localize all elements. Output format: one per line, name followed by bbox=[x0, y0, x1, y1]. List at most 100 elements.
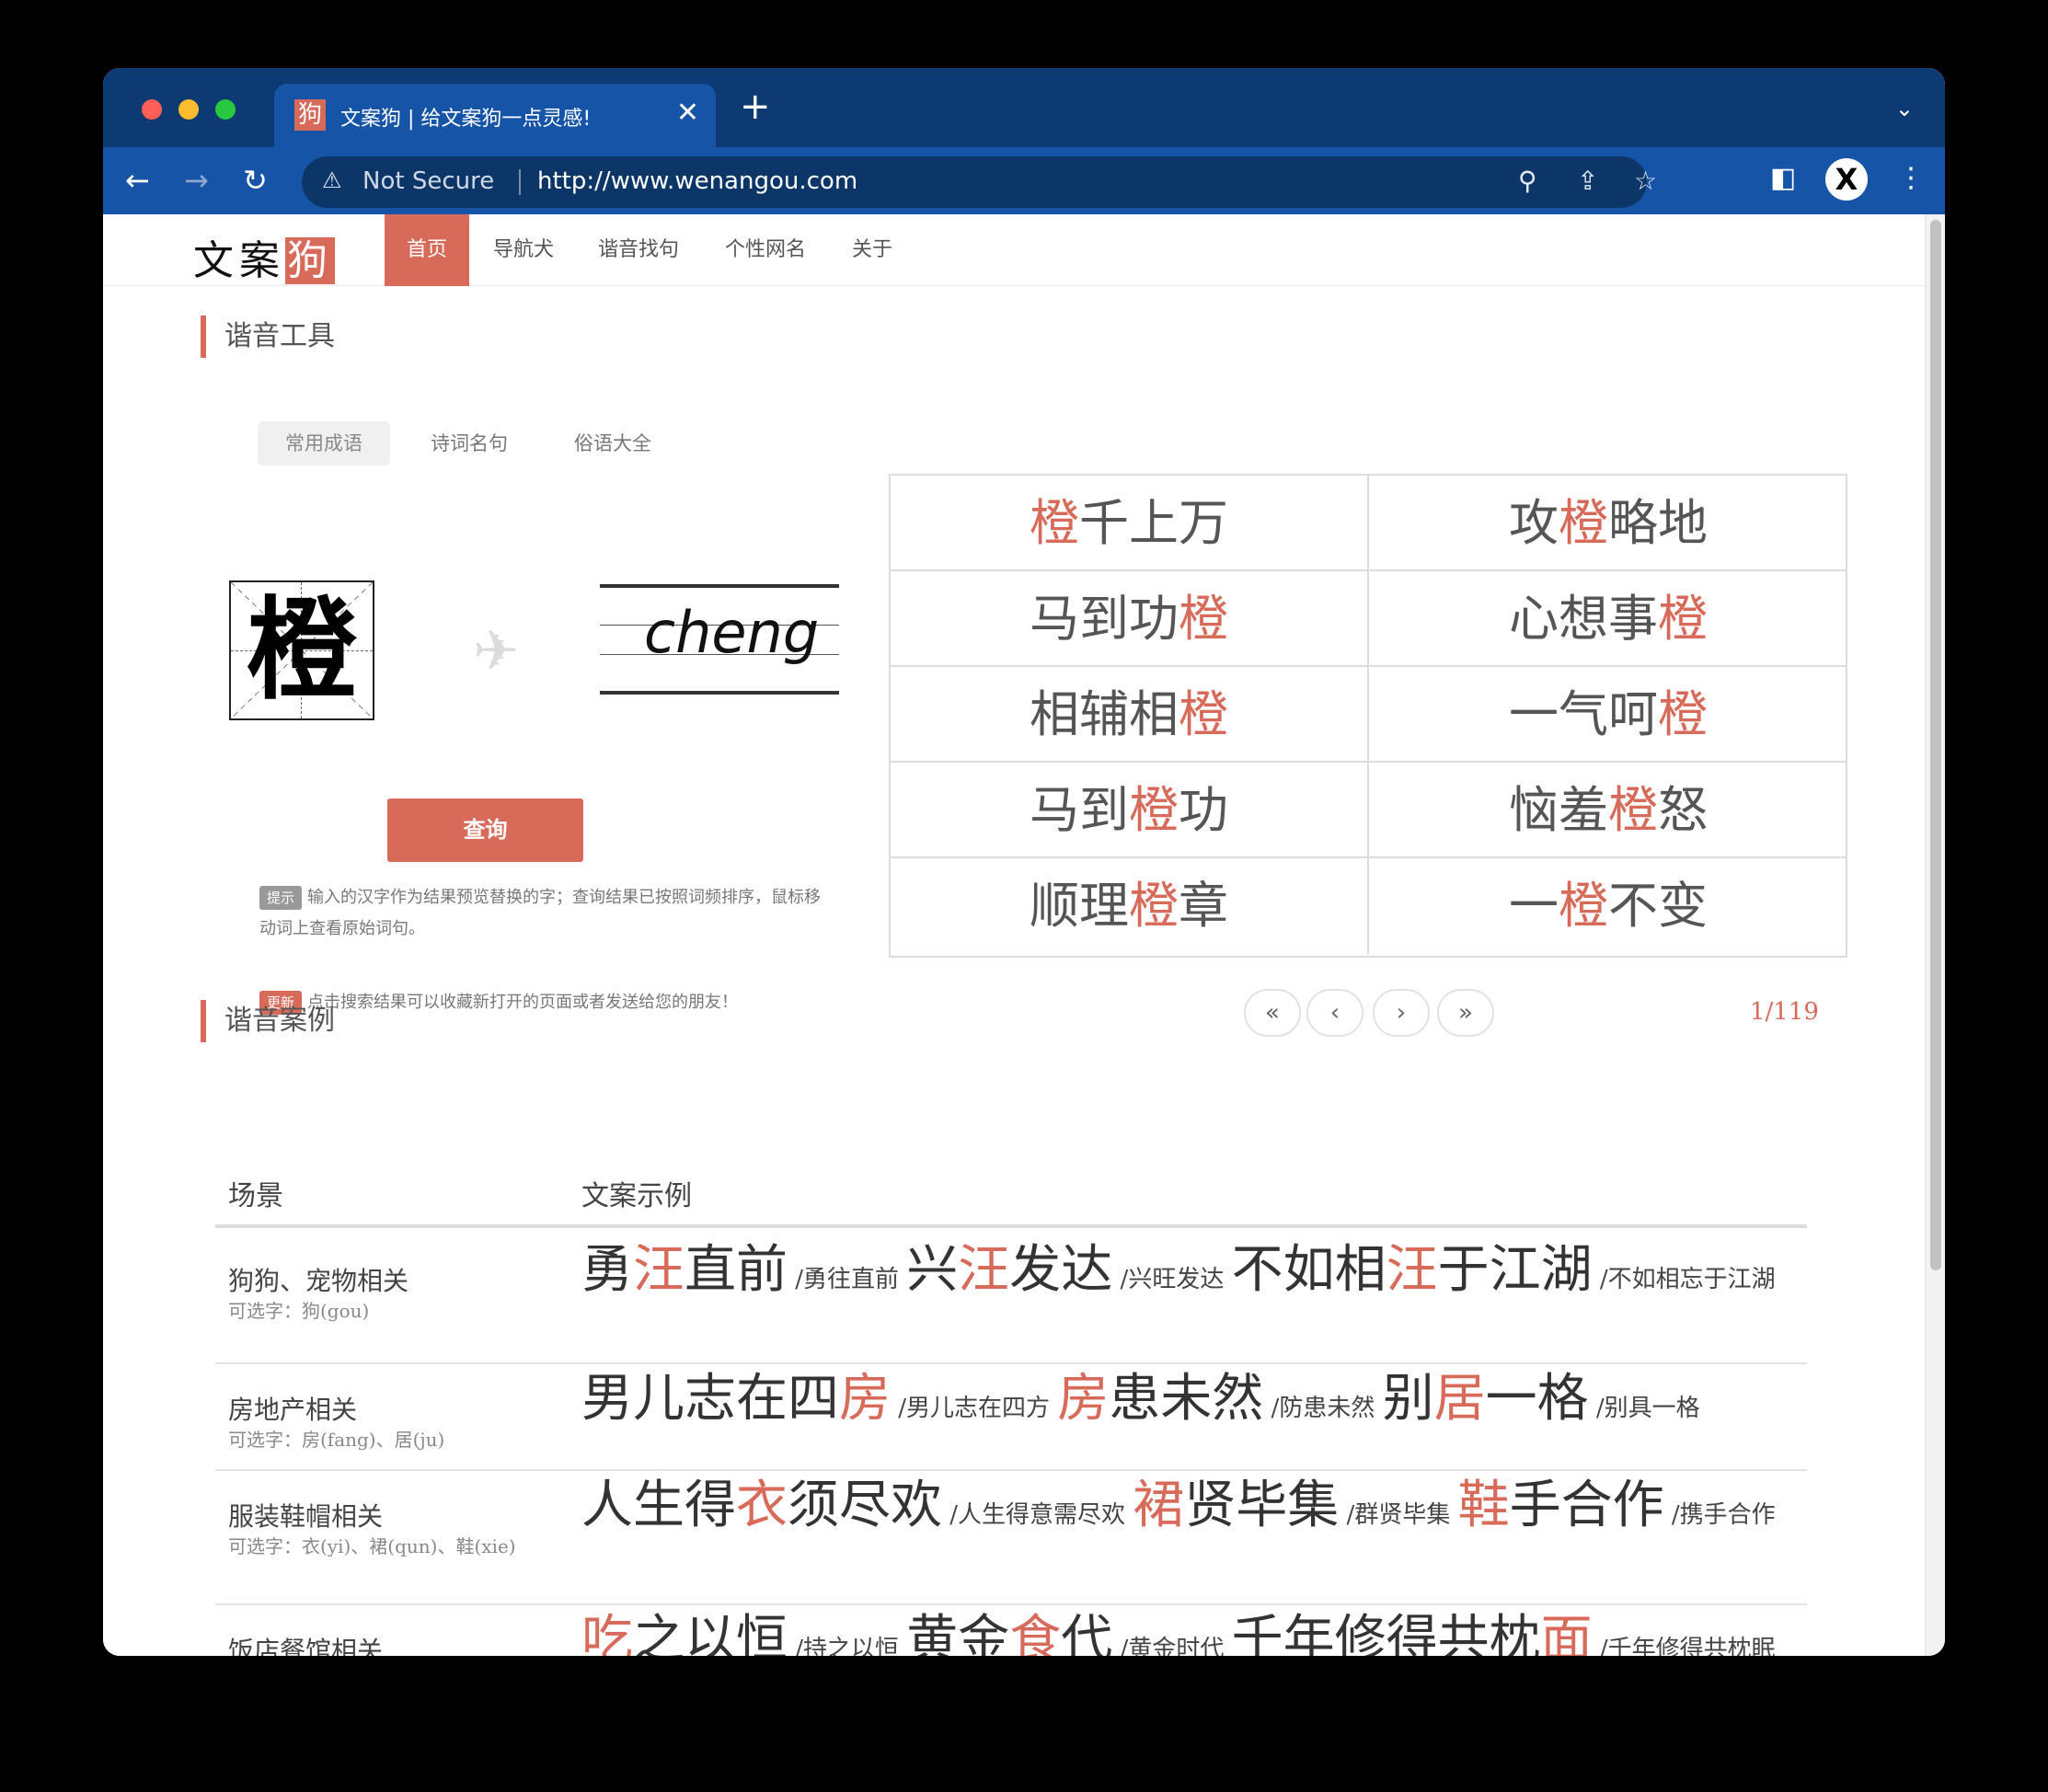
example-phrase[interactable]: 裙贤毕集 /群贤毕集 bbox=[1133, 1480, 1457, 1532]
example-pun: 不如相汪于江湖 bbox=[1232, 1240, 1593, 1300]
result-post: 功 bbox=[1179, 781, 1228, 839]
example-post: 于江湖 bbox=[1437, 1240, 1593, 1300]
example-phrase[interactable]: 鞋手合作 /携手合作 bbox=[1458, 1480, 1776, 1532]
example-phrase[interactable]: 兴汪发达 /兴旺发达 bbox=[906, 1245, 1231, 1296]
example-pun: 别居一格 bbox=[1383, 1369, 1589, 1429]
url-text[interactable]: http://www.wenangou.com bbox=[537, 167, 857, 195]
nav-about[interactable]: 关于 bbox=[830, 214, 915, 286]
column-scene: 场景 bbox=[228, 1180, 283, 1212]
result-highlight: 橙 bbox=[1658, 685, 1708, 743]
tool-section-title: 谐音工具 bbox=[201, 316, 335, 358]
tip-badge: 提示 bbox=[259, 886, 303, 910]
pager-prev-button[interactable]: ‹ bbox=[1306, 989, 1363, 1037]
maximize-window-button[interactable] bbox=[215, 99, 236, 120]
result-cell[interactable]: 一气呵橙 bbox=[1369, 667, 1847, 763]
bookmark-star-icon[interactable]: ☆ bbox=[1634, 166, 1657, 196]
example-pre: 不如相 bbox=[1231, 1240, 1386, 1300]
example-original: /人生得意需尽欢 bbox=[942, 1501, 1133, 1529]
example-highlight: 鞋 bbox=[1457, 1476, 1510, 1535]
pinyin-line-top bbox=[600, 584, 839, 588]
nav-pun-finder[interactable]: 谐音找句 bbox=[576, 214, 701, 286]
scrollbar[interactable] bbox=[1925, 214, 1945, 1656]
example-highlight: 汪 bbox=[1386, 1240, 1438, 1300]
tab-search-chevron-icon[interactable]: ⌄ bbox=[1895, 96, 1914, 121]
site-navbar: 文案狗 首页 导航犬 谐音找句 个性网名 关于 bbox=[103, 214, 1925, 286]
result-cell[interactable]: 攻橙略地 bbox=[1369, 476, 1847, 571]
minimize-window-button[interactable] bbox=[178, 99, 199, 120]
example-phrase[interactable]: 不如相汪于江湖 /不如相忘于江湖 bbox=[1232, 1245, 1776, 1296]
pager-last-button[interactable]: » bbox=[1437, 989, 1494, 1037]
example-phrase[interactable]: 男儿志在四房 /男儿志在四方 bbox=[581, 1373, 1057, 1425]
example-phrase[interactable]: 千年修得共枕面 /千年修得共枕眠 bbox=[1232, 1614, 1776, 1657]
example-original: /勇往直前 bbox=[788, 1266, 907, 1293]
address-bar[interactable]: ⚠ Not Secure http://www.wenangou.com ⚲ ⇪… bbox=[302, 156, 1657, 208]
character-input[interactable]: 橙 bbox=[229, 580, 374, 720]
example-phrase[interactable]: 勇汪直前 /勇往直前 bbox=[581, 1245, 906, 1296]
cases-section-title: 谐音案例 bbox=[201, 1000, 335, 1042]
example-phrase[interactable]: 房患未然 /防患未然 bbox=[1057, 1373, 1382, 1425]
example-highlight: 吃 bbox=[581, 1610, 633, 1657]
example-phrase[interactable]: 别居一格 /别具一格 bbox=[1383, 1373, 1700, 1425]
case-scene: 服装鞋帽相关 bbox=[228, 1501, 384, 1532]
case-scene: 狗狗、宠物相关 bbox=[228, 1266, 409, 1296]
close-window-button[interactable] bbox=[142, 99, 162, 120]
query-button[interactable]: 查询 bbox=[387, 798, 583, 862]
example-pun: 吃之以恒 bbox=[581, 1610, 788, 1657]
example-original: /兴旺发达 bbox=[1112, 1266, 1232, 1293]
back-arrow-icon[interactable]: ← bbox=[125, 162, 150, 199]
example-pun: 勇汪直前 bbox=[581, 1240, 788, 1300]
new-tab-button[interactable]: + bbox=[740, 88, 771, 125]
example-pun: 男儿志在四房 bbox=[581, 1369, 891, 1429]
result-cell[interactable]: 马到功橙 bbox=[891, 571, 1369, 667]
result-highlight: 橙 bbox=[1179, 590, 1228, 648]
example-post: 之以恒 bbox=[633, 1610, 788, 1657]
nav-nickname[interactable]: 个性网名 bbox=[703, 214, 828, 286]
profile-avatar[interactable]: X bbox=[1825, 158, 1868, 201]
nav-home[interactable]: 首页 bbox=[385, 214, 470, 286]
update-text: 点击搜索结果可以收藏新打开的页面或者发送给您的朋友！ bbox=[307, 993, 739, 1012]
case-scene: 饭店餐馆相关 bbox=[228, 1636, 384, 1656]
tab-idioms[interactable]: 常用成语 bbox=[258, 421, 390, 465]
result-cell[interactable]: 一橙不变 bbox=[1369, 858, 1847, 954]
result-highlight: 橙 bbox=[1179, 685, 1228, 743]
case-example: 人生得衣须尽欢 /人生得意需尽欢 裙贤毕集 /群贤毕集 鞋手合作 /携手合作 bbox=[581, 1480, 1805, 1542]
example-phrase[interactable]: 人生得衣须尽欢 /人生得意需尽欢 bbox=[581, 1480, 1133, 1532]
nav-guide-dog[interactable]: 导航犬 bbox=[471, 214, 576, 286]
title-bar: 狗 文案狗 | 给文案狗一点灵感! ✕ + ⌄ bbox=[103, 68, 1945, 147]
airplane-icon: ✈ bbox=[473, 619, 520, 683]
result-cell[interactable]: 马到橙功 bbox=[891, 763, 1369, 858]
tab-sayings[interactable]: 俗语大全 bbox=[547, 421, 679, 465]
scrollbar-thumb[interactable] bbox=[1930, 220, 1941, 1270]
reload-icon[interactable]: ↻ bbox=[243, 162, 268, 199]
more-menu-icon[interactable]: ⋮ bbox=[1897, 162, 1925, 194]
tab-poems[interactable]: 诗词名句 bbox=[403, 421, 535, 465]
example-phrase[interactable]: 黄金食代 /黄金时代 bbox=[906, 1614, 1231, 1657]
sidepanel-icon[interactable]: ◧ bbox=[1770, 162, 1796, 194]
example-pun: 鞋手合作 bbox=[1458, 1476, 1664, 1535]
result-cell[interactable]: 心想事橙 bbox=[1369, 571, 1847, 667]
case-example: 男儿志在四房 /男儿志在四方 房患未然 /防患未然 别居一格 /别具一格 bbox=[581, 1373, 1805, 1435]
pager-first-button[interactable]: « bbox=[1244, 989, 1301, 1037]
page-count: 1/119 bbox=[1750, 998, 1819, 1026]
security-label: Not Secure bbox=[362, 167, 495, 195]
result-cell[interactable]: 橙千上万 bbox=[891, 476, 1369, 571]
example-pun: 千年修得共枕面 bbox=[1232, 1610, 1593, 1657]
result-cell[interactable]: 顺理橙章 bbox=[891, 858, 1369, 954]
pager-next-button[interactable]: › bbox=[1373, 989, 1430, 1037]
browser-tab[interactable]: 狗 文案狗 | 给文案狗一点灵感! ✕ bbox=[274, 84, 716, 147]
tab-title: 文案狗 | 给文案狗一点灵感! bbox=[340, 108, 592, 131]
result-post: 不变 bbox=[1608, 877, 1708, 935]
share-icon[interactable]: ⇪ bbox=[1577, 166, 1598, 196]
site-logo[interactable]: 文案狗 bbox=[193, 227, 335, 286]
forward-arrow-icon[interactable]: → bbox=[184, 162, 209, 199]
example-pre: 黄金 bbox=[906, 1610, 1010, 1657]
example-highlight: 裙 bbox=[1133, 1476, 1185, 1535]
zoom-icon[interactable]: ⚲ bbox=[1518, 166, 1537, 196]
tab-close-icon[interactable]: ✕ bbox=[676, 97, 699, 129]
result-cell[interactable]: 恼羞橙怒 bbox=[1369, 763, 1847, 858]
result-cell[interactable]: 相辅相橙 bbox=[891, 667, 1369, 763]
pinyin-display: cheng bbox=[600, 584, 839, 696]
result-pre: 一 bbox=[1509, 877, 1559, 935]
input-character: 橙 bbox=[247, 585, 357, 715]
example-phrase[interactable]: 吃之以恒 /持之以恒 bbox=[581, 1614, 906, 1657]
